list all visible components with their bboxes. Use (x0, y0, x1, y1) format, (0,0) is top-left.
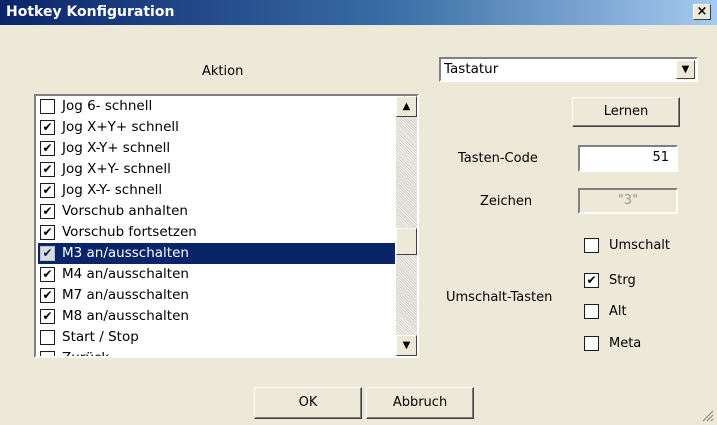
action-list-item[interactable]: Start / Stop (38, 327, 395, 348)
action-list-scrollbar[interactable]: ▲ ▼ (396, 96, 417, 356)
action-list-item[interactable]: ✔ M8 an/ausschalten (38, 306, 395, 327)
action-label: Vorschub anhalten (62, 203, 188, 219)
modifier-alt-checkbox[interactable] (584, 304, 599, 319)
action-label: Jog 6- schnell (62, 98, 153, 114)
action-checkbox[interactable]: ✔ (40, 120, 55, 135)
modifier-meta-checkbox[interactable] (584, 336, 599, 351)
ok-button[interactable]: OK (254, 387, 362, 419)
action-list-item[interactable]: ✔ M3 an/ausschalten (38, 243, 395, 264)
action-checkbox[interactable]: ✔ (40, 225, 55, 240)
device-select-value: Tastatur (444, 61, 499, 77)
action-label: M7 an/ausschalten (62, 287, 189, 303)
key-code-input[interactable]: 51 (578, 145, 678, 172)
action-list-item[interactable]: ✔ Vorschub anhalten (38, 201, 395, 222)
modifier-alt-label: Alt (609, 304, 627, 319)
action-list-item[interactable]: ✔ Jog X+Y+ schnell (38, 117, 395, 138)
action-checkbox[interactable]: ✔ (40, 309, 55, 324)
action-checkbox[interactable] (40, 99, 55, 114)
action-checkbox[interactable]: ✔ (40, 141, 55, 156)
modifier-ctrl-checkbox[interactable]: ✔ (584, 273, 599, 288)
char-field: "3" (578, 188, 678, 214)
modifier-shift[interactable]: Umschalt (584, 238, 704, 258)
action-checkbox[interactable]: ✔ (40, 246, 55, 261)
action-label: Zurück... (62, 350, 123, 358)
action-list-item[interactable]: Jog 6- schnell (38, 96, 395, 117)
chevron-down-icon[interactable]: ▼ (676, 60, 695, 79)
action-list-item[interactable]: ✔ Vorschub fortsetzen (38, 222, 395, 243)
modifier-ctrl-label: Strg (609, 273, 636, 288)
char-label: Zeichen (480, 194, 533, 209)
modifier-meta-label: Meta (609, 336, 642, 351)
close-button[interactable]: × (693, 4, 711, 20)
resize-grip-icon[interactable] (702, 410, 714, 422)
action-list-item[interactable]: ✔ Jog X-Y+ schnell (38, 138, 395, 159)
action-list-item[interactable]: Zurück... (38, 348, 395, 358)
action-checkbox[interactable] (40, 330, 55, 345)
scroll-down-icon[interactable]: ▼ (396, 335, 417, 356)
modifier-keys-label: Umschalt-Tasten (446, 290, 553, 305)
modifier-ctrl[interactable]: ✔ Strg (584, 273, 704, 293)
key-code-label: Tasten-Code (458, 151, 538, 166)
action-label: M4 an/ausschalten (62, 266, 189, 282)
modifier-meta[interactable]: Meta (584, 336, 704, 356)
scroll-thumb[interactable] (396, 228, 417, 255)
action-list[interactable]: Jog 6- schnell ✔ Jog X+Y+ schnell ✔ Jog X-Y+… (34, 94, 419, 358)
action-list-item[interactable]: ✔ M4 an/ausschalten (38, 264, 395, 285)
action-checkbox[interactable] (40, 351, 55, 356)
action-label: Start / Stop (62, 329, 139, 345)
action-label: Jog X-Y+ schnell (62, 140, 171, 156)
action-checkbox[interactable]: ✔ (40, 267, 55, 282)
action-list-item[interactable]: ✔ M7 an/ausschalten (38, 285, 395, 306)
action-checkbox[interactable]: ✔ (40, 162, 55, 177)
action-checkbox[interactable]: ✔ (40, 183, 55, 198)
action-list-item[interactable]: ✔ Jog X+Y- schnell (38, 159, 395, 180)
action-checkbox[interactable]: ✔ (40, 288, 55, 303)
action-list-item[interactable]: ✔ Jog X-Y- schnell (38, 180, 395, 201)
modifier-shift-label: Umschalt (609, 238, 671, 253)
action-label: Jog X+Y+ schnell (62, 119, 179, 135)
action-label: M3 an/ausschalten (62, 245, 189, 261)
modifier-alt[interactable]: Alt (584, 304, 704, 324)
action-label: Jog X+Y- schnell (62, 161, 171, 177)
scroll-up-icon[interactable]: ▲ (396, 96, 417, 117)
device-select[interactable]: Tastatur ▼ (439, 57, 698, 82)
modifier-shift-checkbox[interactable] (584, 238, 599, 253)
cancel-button[interactable]: Abbruch (366, 387, 474, 419)
action-label: Vorschub fortsetzen (62, 224, 197, 240)
action-header: Aktion (202, 64, 244, 79)
title-bar: Hotkey Konfiguration × (0, 0, 717, 25)
action-checkbox[interactable]: ✔ (40, 204, 55, 219)
learn-button[interactable]: Lernen (572, 97, 680, 127)
action-label: Jog X-Y- schnell (62, 182, 163, 198)
window-title: Hotkey Konfiguration (6, 4, 175, 20)
action-label: M8 an/ausschalten (62, 308, 189, 324)
